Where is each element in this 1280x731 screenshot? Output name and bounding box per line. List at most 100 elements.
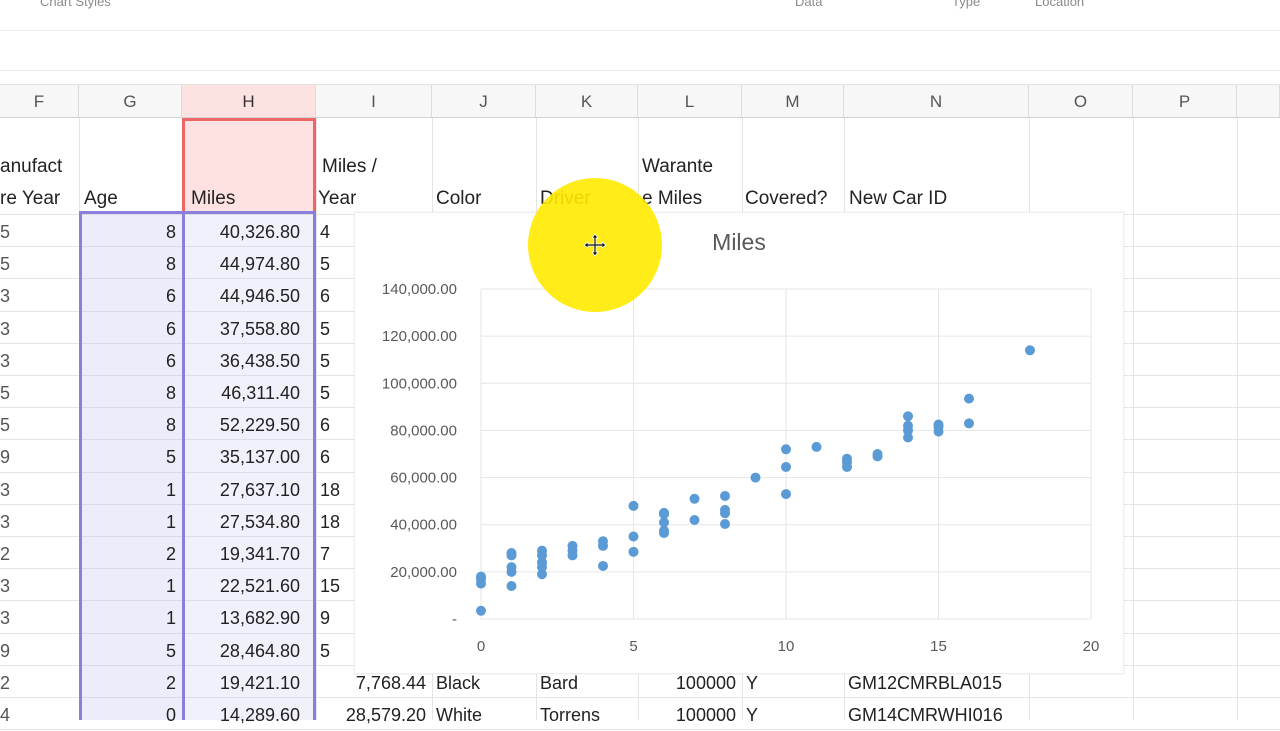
- cell-miles[interactable]: 44,946.50: [182, 280, 306, 312]
- cell-age[interactable]: 5: [79, 441, 182, 473]
- data-point[interactable]: [720, 519, 730, 530]
- header-miles-per-year-line1[interactable]: Miles /: [322, 156, 377, 178]
- data-point[interactable]: [628, 531, 639, 542]
- header-covered[interactable]: Covered?: [745, 188, 827, 210]
- cell-manufacture-year[interactable]: 3: [0, 602, 16, 634]
- column-header-l[interactable]: L: [638, 85, 742, 118]
- cell-miles[interactable]: 28,464.80: [182, 635, 306, 667]
- data-point[interactable]: [842, 453, 852, 464]
- header-warranty-miles-line2[interactable]: e Miles: [642, 188, 702, 210]
- cell-manufacture-year[interactable]: 9: [0, 635, 16, 667]
- cell-manufacture-year[interactable]: 4: [0, 699, 16, 731]
- data-point[interactable]: [598, 560, 608, 571]
- cell-age[interactable]: 1: [79, 602, 182, 634]
- cell-manufacture-year[interactable]: 2: [0, 667, 16, 699]
- header-age[interactable]: Age: [84, 188, 118, 210]
- data-point[interactable]: [964, 418, 974, 429]
- data-point[interactable]: [903, 411, 913, 422]
- cell-warranty-miles[interactable]: 100000: [638, 699, 742, 731]
- column-header-g[interactable]: G: [79, 85, 182, 118]
- data-point[interactable]: [720, 490, 730, 501]
- cell-miles[interactable]: 37,558.80: [182, 313, 306, 345]
- data-point[interactable]: [628, 500, 639, 511]
- column-header-q[interactable]: [1237, 85, 1280, 118]
- cell-miles[interactable]: 35,137.00: [182, 441, 306, 473]
- header-manufacture-year-line1[interactable]: anufact: [0, 156, 62, 178]
- cell-manufacture-year[interactable]: 3: [0, 506, 16, 538]
- column-header-m[interactable]: M: [742, 85, 844, 118]
- column-header-i[interactable]: I: [316, 85, 432, 118]
- cell-miles[interactable]: 19,421.10: [182, 667, 306, 699]
- column-header-n[interactable]: N: [844, 85, 1029, 118]
- data-point[interactable]: [476, 605, 486, 616]
- cell-new-car-id[interactable]: GM14CMRWHI016: [848, 699, 1029, 731]
- column-header-o[interactable]: O: [1029, 85, 1133, 118]
- cell-manufacture-year[interactable]: 3: [0, 313, 16, 345]
- cell-miles[interactable]: 13,682.90: [182, 602, 306, 634]
- data-point[interactable]: [506, 562, 517, 573]
- cell-age[interactable]: 2: [79, 667, 182, 699]
- data-point[interactable]: [598, 536, 608, 547]
- data-point[interactable]: [689, 493, 700, 504]
- cell-age[interactable]: 5: [79, 635, 182, 667]
- cell-miles-per-year[interactable]: 28,579.20: [316, 699, 432, 731]
- cell-miles[interactable]: 36,438.50: [182, 345, 306, 377]
- cell-miles[interactable]: 27,534.80: [182, 506, 306, 538]
- cell-miles[interactable]: 22,521.60: [182, 570, 306, 602]
- cell-miles[interactable]: 46,311.40: [182, 377, 306, 409]
- cell-age[interactable]: 8: [79, 216, 182, 248]
- cell-age[interactable]: 8: [79, 377, 182, 409]
- data-point[interactable]: [567, 540, 578, 551]
- header-manufacture-year-line2[interactable]: re Year: [0, 188, 60, 210]
- cell-covered[interactable]: Y: [746, 699, 844, 731]
- column-header-k[interactable]: K: [536, 85, 638, 118]
- data-point[interactable]: [689, 515, 700, 525]
- data-point[interactable]: [750, 472, 761, 483]
- data-point[interactable]: [872, 449, 883, 459]
- cell-age[interactable]: 2: [79, 538, 182, 570]
- data-point[interactable]: [933, 419, 944, 430]
- cell-manufacture-year[interactable]: 3: [0, 474, 16, 506]
- cell-age[interactable]: 1: [79, 506, 182, 538]
- header-color[interactable]: Color: [436, 188, 481, 210]
- cell-age[interactable]: 1: [79, 474, 182, 506]
- data-point[interactable]: [1025, 345, 1035, 356]
- cell-miles[interactable]: 44,974.80: [182, 248, 306, 280]
- cell-manufacture-year[interactable]: 5: [0, 409, 16, 441]
- column-header-j[interactable]: J: [432, 85, 536, 118]
- data-point[interactable]: [720, 504, 730, 515]
- scatter-chart[interactable]: Miles -20,000.00 40,000.00 60,000.00 80,000…: [354, 212, 1124, 674]
- cell-age[interactable]: 8: [79, 248, 182, 280]
- cell-age[interactable]: 6: [79, 313, 182, 345]
- header-warranty-miles-line1[interactable]: Warante: [642, 156, 713, 178]
- cell-miles[interactable]: 14,289.60: [182, 699, 306, 731]
- data-point[interactable]: [811, 441, 822, 452]
- cell-manufacture-year[interactable]: 3: [0, 280, 16, 312]
- cell-manufacture-year[interactable]: 3: [0, 570, 16, 602]
- data-point[interactable]: [628, 546, 639, 557]
- cell-age[interactable]: 6: [79, 280, 182, 312]
- header-miles-per-year-line2[interactable]: Year: [318, 188, 356, 210]
- cell-miles[interactable]: 40,326.80: [182, 216, 306, 248]
- cell-driver[interactable]: Torrens: [540, 699, 638, 731]
- cell-miles[interactable]: 52,229.50: [182, 409, 306, 441]
- data-point[interactable]: [659, 507, 669, 518]
- column-header-h[interactable]: H: [182, 85, 316, 118]
- cell-manufacture-year[interactable]: 5: [0, 216, 16, 248]
- data-point[interactable]: [506, 581, 517, 591]
- cell-miles[interactable]: 19,341.70: [182, 538, 306, 570]
- data-point[interactable]: [506, 548, 517, 558]
- cell-manufacture-year[interactable]: 2: [0, 538, 16, 570]
- cell-color[interactable]: White: [436, 699, 536, 731]
- column-header-f[interactable]: F: [0, 85, 79, 118]
- header-miles[interactable]: Miles: [191, 188, 235, 210]
- cell-manufacture-year[interactable]: 9: [0, 441, 16, 473]
- cell-age[interactable]: 0: [79, 699, 182, 731]
- cell-manufacture-year[interactable]: 5: [0, 377, 16, 409]
- data-point[interactable]: [537, 545, 547, 556]
- data-point[interactable]: [781, 461, 791, 472]
- cell-manufacture-year[interactable]: 3: [0, 345, 16, 377]
- cell-miles[interactable]: 27,637.10: [182, 474, 306, 506]
- chart-plot-area[interactable]: -20,000.0040,000.0060,000.0080,000.00100…: [355, 213, 1123, 673]
- cell-manufacture-year[interactable]: 5: [0, 248, 16, 280]
